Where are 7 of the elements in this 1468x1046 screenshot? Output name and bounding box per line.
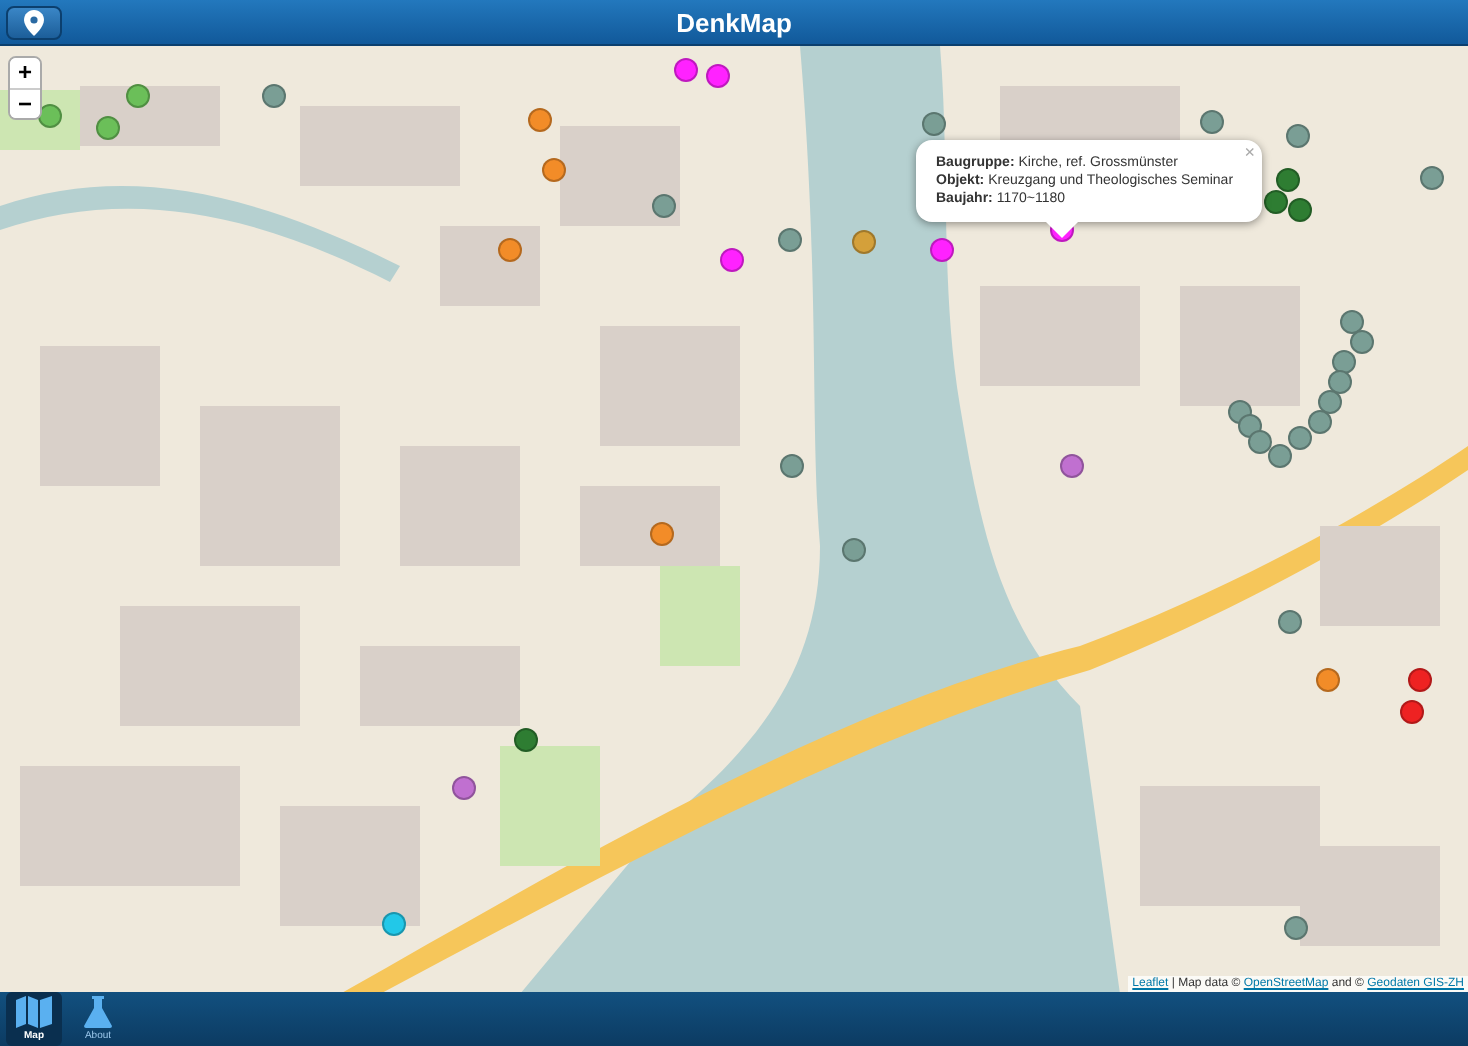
app-title: DenkMap <box>676 7 792 37</box>
zoom-out-button[interactable]: − <box>10 88 40 118</box>
popup-pointer-icon <box>1046 222 1078 238</box>
flask-icon <box>84 996 112 1028</box>
location-button[interactable] <box>6 5 62 39</box>
map-icon <box>16 996 52 1028</box>
map-pin-icon <box>24 9 44 35</box>
